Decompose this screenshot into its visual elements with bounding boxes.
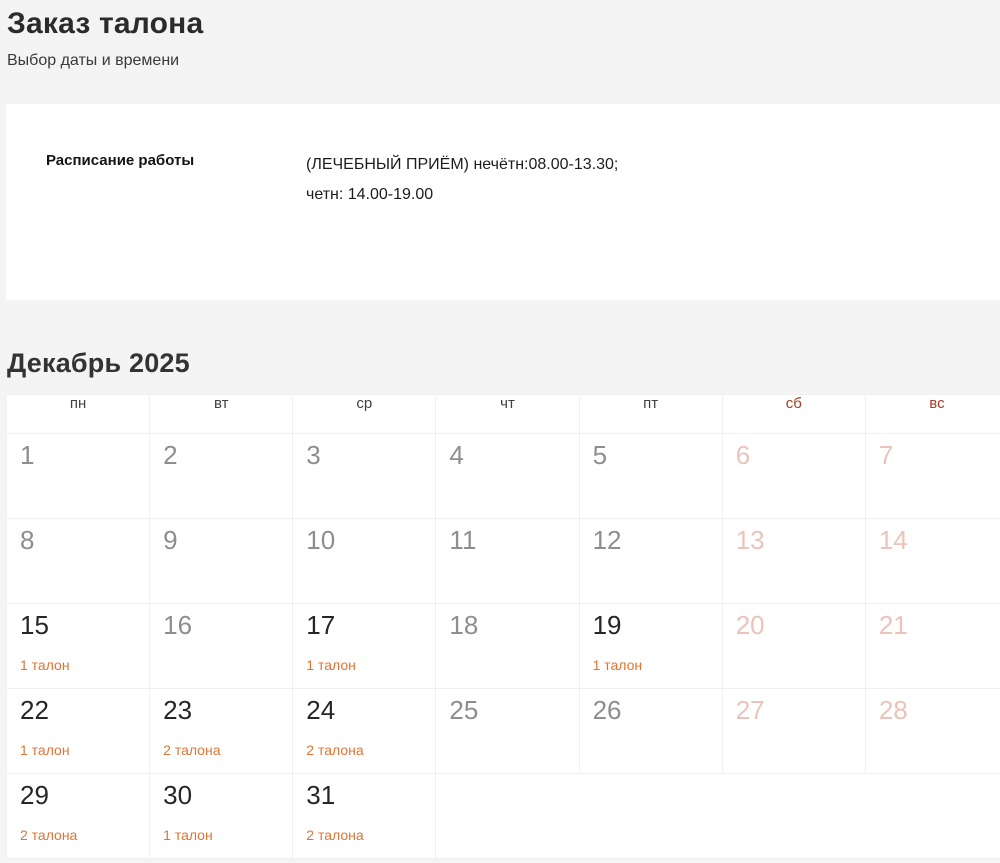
weekday-header-чт: чт [436,395,579,434]
weekday-header-row: пнвтсрчтптсбвс [7,395,1000,434]
day-number: 14 [879,525,1000,555]
day-number: 12 [593,525,722,555]
weekday-header-вт: вт [150,395,293,434]
tickets-label: 2 талона [306,827,435,843]
day-number: 21 [879,610,1000,640]
day-number: 27 [736,695,865,725]
calendar-day-22[interactable]: 22 1 талон [7,689,150,774]
calendar-day-11: 11 [436,519,579,604]
page-header: Заказ талона Выбор даты и времени [0,0,1000,70]
day-number: 25 [449,695,578,725]
calendar-day-28: 28 [865,689,1000,774]
tickets-label: 2 талона [306,742,435,758]
calendar-day-9: 9 [150,519,293,604]
page-subtitle: Выбор даты и времени [7,52,1000,70]
day-number: 10 [306,525,435,555]
day-number: 31 [306,780,435,810]
calendar-day-13: 13 [722,519,865,604]
calendar-day-10: 10 [293,519,436,604]
day-number: 24 [306,695,435,725]
day-number: 22 [20,695,149,725]
calendar-day-26: 26 [579,689,722,774]
day-number: 19 [593,610,722,640]
day-number: 6 [736,440,865,470]
day-number: 1 [20,440,149,470]
calendar-day-8: 8 [7,519,150,604]
calendar-day-25: 25 [436,689,579,774]
page-title: Заказ талона [7,6,1000,42]
calendar-day-18: 18 [436,604,579,689]
tickets-label: 2 талона [163,742,292,758]
day-number: 4 [449,440,578,470]
calendar-day-3: 3 [293,434,436,519]
calendar: пнвтсрчтптсбвс 1234567891011121314151 та… [6,394,1000,859]
day-number: 23 [163,695,292,725]
calendar-empty-cell [436,774,1000,859]
calendar-day-30[interactable]: 30 1 талон [150,774,293,859]
day-number: 8 [20,525,149,555]
weekday-header-пн: пн [7,395,150,434]
calendar-day-29[interactable]: 29 2 талона [7,774,150,859]
calendar-day-27: 27 [722,689,865,774]
calendar-week-row: 22 1 талон 23 2 талона 24 2 талона 25 26 27 28 [7,689,1000,774]
schedule-card: Расписание работы (ЛЕЧЕБНЫЙ ПРИЁМ) нечёт… [6,104,1000,300]
weekday-header-сб: сб [722,395,865,434]
weekday-header-ср: ср [293,395,436,434]
calendar-day-15[interactable]: 15 1 талон [7,604,150,689]
calendar-day-19[interactable]: 19 1 талон [579,604,722,689]
day-number: 16 [163,610,292,640]
month-title: Декабрь 2025 [7,348,1000,379]
calendar-day-4: 4 [436,434,579,519]
calendar-day-17[interactable]: 17 1 талон [293,604,436,689]
day-number: 9 [163,525,292,555]
day-number: 20 [736,610,865,640]
day-number: 13 [736,525,865,555]
calendar-day-16: 16 [150,604,293,689]
calendar-day-24[interactable]: 24 2 талона [293,689,436,774]
calendar-day-1: 1 [7,434,150,519]
calendar-body: 1234567891011121314151 талон16171 талон1… [7,434,1000,859]
day-number: 28 [879,695,1000,725]
day-number: 11 [449,525,578,555]
weekday-header-вс: вс [865,395,1000,434]
calendar-day-21: 21 [865,604,1000,689]
day-number: 17 [306,610,435,640]
day-number: 29 [20,780,149,810]
calendar-day-31[interactable]: 31 2 талона [293,774,436,859]
calendar-day-23[interactable]: 23 2 талона [150,689,293,774]
day-number: 3 [306,440,435,470]
calendar-day-7: 7 [865,434,1000,519]
calendar-day-14: 14 [865,519,1000,604]
tickets-label: 1 талон [306,657,435,673]
tickets-label: 1 талон [20,657,149,673]
tickets-label: 2 талона [20,827,149,843]
calendar-week-row: 29 2 талона 30 1 талон 31 2 талона [7,774,1000,859]
tickets-label: 1 талон [20,742,149,758]
calendar-table: пнвтсрчтптсбвс 1234567891011121314151 та… [6,394,1000,859]
day-number: 15 [20,610,149,640]
day-number: 30 [163,780,292,810]
day-number: 2 [163,440,292,470]
calendar-day-6: 6 [722,434,865,519]
weekday-header-пт: пт [579,395,722,434]
tickets-label: 1 талон [593,657,722,673]
schedule-value: (ЛЕЧЕБНЫЙ ПРИЁМ) нечётн:08.00-13.30; чет… [306,150,618,300]
calendar-week-row: 1234567 [7,434,1000,519]
calendar-day-5: 5 [579,434,722,519]
day-number: 7 [879,440,1000,470]
calendar-week-row: 15 1 талон 16 17 1 талон 18 19 1 талон 20 21 [7,604,1000,689]
schedule-label: Расписание работы [46,150,306,300]
day-number: 18 [449,610,578,640]
day-number: 5 [593,440,722,470]
calendar-day-2: 2 [150,434,293,519]
schedule-line-2: четн: 14.00-19.00 [306,180,618,210]
calendar-week-row: 89 10 11 12 13 14 [7,519,1000,604]
schedule-line-1: (ЛЕЧЕБНЫЙ ПРИЁМ) нечётн:08.00-13.30; [306,150,618,180]
tickets-label: 1 талон [163,827,292,843]
day-number: 26 [593,695,722,725]
calendar-day-12: 12 [579,519,722,604]
calendar-day-20: 20 [722,604,865,689]
